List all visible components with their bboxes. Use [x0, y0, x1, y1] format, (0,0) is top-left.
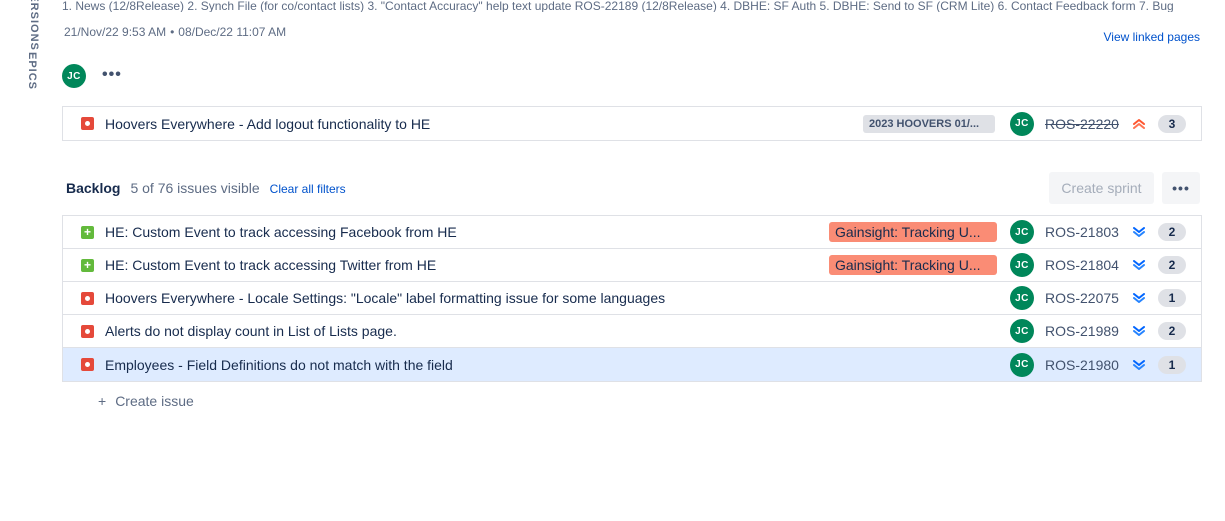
create-issue-button[interactable]: + Create issue	[98, 393, 194, 409]
tab-versions[interactable]: VERSIONS	[28, 0, 40, 51]
bug-icon	[81, 324, 94, 338]
tab-epics[interactable]: EPICS	[26, 52, 38, 90]
issue-summary: Hoovers Everywhere - Add logout function…	[105, 115, 431, 132]
issue-summary: HE: Custom Event to track accessing Face…	[105, 224, 457, 240]
issue-row[interactable]: Alerts do not display count in List of L…	[63, 315, 1201, 348]
priority-lowest-icon	[1132, 257, 1146, 273]
epic-lozenge[interactable]: 2023 HOOVERS 01/...	[863, 114, 995, 133]
create-sprint-button[interactable]: Create sprint	[1049, 172, 1154, 204]
avatar[interactable]: JC	[62, 64, 86, 88]
count-badge: 2	[1158, 256, 1186, 274]
issue-key[interactable]: ROS-21803	[1045, 224, 1119, 240]
issue-key[interactable]: ROS-21980	[1045, 357, 1119, 373]
avatar[interactable]: JC	[1010, 220, 1034, 244]
priority-lowest-icon	[1132, 290, 1146, 306]
sprint-description: 1. News (12/8Release) 2. Synch File (for…	[62, 0, 1174, 12]
story-icon: +	[81, 258, 94, 272]
backlog-issue-count: 5 of 76 issues visible	[130, 180, 260, 196]
priority-lowest-icon	[1132, 357, 1146, 373]
count-badge: 3	[1158, 114, 1186, 133]
date-separator: •	[170, 25, 175, 39]
sprint-more-button[interactable]: •••	[102, 66, 122, 84]
issue-key[interactable]: ROS-21989	[1045, 323, 1119, 339]
story-icon: +	[81, 225, 94, 239]
avatar[interactable]: JC	[1010, 286, 1034, 310]
backlog-header: Backlog 5 of 76 issues visible Clear all…	[66, 180, 346, 196]
side-tabs: VERSIONS EPICS	[0, 0, 50, 521]
avatar[interactable]: JC	[1010, 319, 1034, 343]
backlog-title: Backlog	[66, 180, 121, 196]
priority-lowest-icon	[1132, 224, 1146, 240]
avatar[interactable]: JC	[1010, 111, 1034, 136]
issue-row[interactable]: Employees - Field Definitions do not mat…	[63, 348, 1201, 381]
issue-row[interactable]: Hoovers Everywhere - Add logout function…	[63, 107, 1201, 140]
bug-icon	[81, 358, 94, 371]
view-linked-pages-link[interactable]: View linked pages	[1103, 30, 1200, 44]
clear-filters-link[interactable]: Clear all filters	[270, 182, 346, 196]
bug-icon	[81, 291, 94, 305]
priority-lowest-icon	[1132, 323, 1146, 339]
epic-lozenge[interactable]: Gainsight: Tracking U...	[829, 222, 997, 242]
issue-row[interactable]: + HE: Custom Event to track accessing Fa…	[63, 216, 1201, 249]
issue-row[interactable]: Hoovers Everywhere - Locale Settings: "L…	[63, 282, 1201, 315]
sprint-dates: 21/Nov/22 9:53 AM • 08/Dec/22 11:07 AM	[64, 25, 286, 39]
issue-key[interactable]: ROS-22220	[1045, 116, 1119, 132]
create-issue-label: Create issue	[115, 393, 194, 409]
issue-summary: Hoovers Everywhere - Locale Settings: "L…	[105, 290, 666, 306]
count-badge: 2	[1158, 322, 1186, 340]
avatar[interactable]: JC	[1010, 352, 1034, 377]
sprint-end-date: 08/Dec/22 11:07 AM	[178, 25, 287, 39]
issue-key[interactable]: ROS-22075	[1045, 290, 1119, 306]
backlog-issue-list: + HE: Custom Event to track accessing Fa…	[62, 215, 1202, 382]
issue-summary: HE: Custom Event to track accessing Twit…	[105, 257, 437, 273]
issue-summary: Alerts do not display count in List of L…	[105, 323, 397, 339]
sprint-start-date: 21/Nov/22 9:53 AM	[64, 25, 167, 39]
priority-highest-icon	[1132, 116, 1146, 132]
issue-row[interactable]: + HE: Custom Event to track accessing Tw…	[63, 249, 1201, 282]
avatar[interactable]: JC	[1010, 253, 1034, 277]
backlog-more-button[interactable]: •••	[1162, 172, 1200, 204]
epic-lozenge[interactable]: Gainsight: Tracking U...	[829, 255, 997, 275]
count-badge: 2	[1158, 223, 1186, 241]
bug-icon	[81, 117, 94, 130]
sprint-issue-list: Hoovers Everywhere - Add logout function…	[62, 106, 1202, 141]
issue-key[interactable]: ROS-21804	[1045, 257, 1119, 273]
count-badge: 1	[1158, 289, 1186, 307]
plus-icon: +	[98, 393, 107, 409]
count-badge: 1	[1158, 355, 1186, 374]
issue-summary: Employees - Field Definitions do not mat…	[105, 356, 453, 373]
